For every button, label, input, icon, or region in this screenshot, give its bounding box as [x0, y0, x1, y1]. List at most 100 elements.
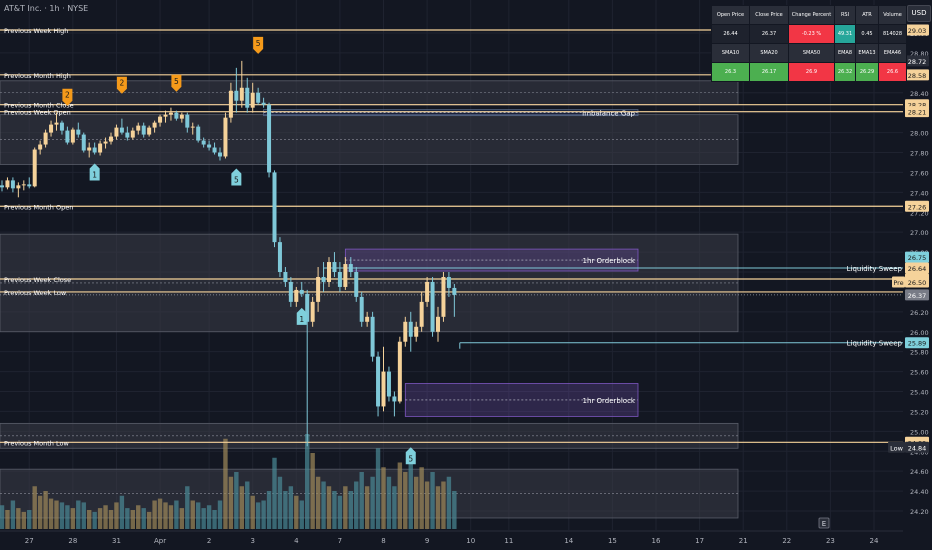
candle-body — [348, 264, 353, 272]
candle-body — [218, 152, 222, 157]
candle-body — [174, 112, 179, 119]
candle-body — [283, 272, 288, 282]
candle-body — [223, 117, 228, 157]
time-tick-label: 11 — [504, 537, 513, 545]
volume-bar — [37, 495, 43, 529]
price-tick-label: 28.40 — [910, 90, 929, 98]
price-tick-label: 25.00 — [910, 428, 929, 436]
candle-body — [288, 281, 293, 302]
stats-value-cell: 26.37 — [749, 24, 789, 44]
candle-body — [337, 272, 342, 287]
candle-body — [87, 147, 92, 151]
time-tick-label: 22 — [782, 537, 791, 545]
volume-bar — [272, 457, 277, 529]
candle-body — [327, 262, 331, 282]
volume-bar — [119, 495, 125, 529]
volume-bar — [424, 481, 430, 529]
time-tick-label: 9 — [425, 537, 429, 545]
volume-bar — [65, 505, 70, 529]
candle-body — [54, 122, 59, 125]
price-tick-label: 24.60 — [910, 468, 929, 476]
volume-bar — [332, 491, 337, 529]
candlestick-chart[interactable]: Imbalance Gap 1hr Orderblock 1hr Orderbloc… — [0, 0, 932, 550]
volume-bar — [103, 505, 108, 529]
level-label: Previous Month Open — [4, 203, 73, 211]
currency-button[interactable]: USD — [907, 5, 931, 22]
price-tick-label: 27.00 — [910, 229, 929, 237]
volume-bar — [81, 502, 86, 529]
price-tick-label: 27.40 — [910, 189, 929, 197]
volume-bar — [446, 476, 452, 529]
volume-bar — [343, 486, 348, 529]
candle-body — [70, 129, 75, 143]
candle-body — [43, 132, 48, 145]
volume-bar — [97, 508, 103, 529]
candle-body — [141, 125, 146, 135]
candle-body — [10, 180, 15, 189]
volume-bar — [108, 510, 114, 529]
wave-label: 5 — [253, 36, 264, 54]
volume-bar — [277, 476, 283, 529]
candle-body — [92, 147, 97, 153]
stats-value-cell: 26.3 — [711, 62, 750, 82]
candle-body — [272, 172, 277, 243]
candle-body — [354, 272, 359, 297]
volume-bar — [27, 510, 32, 529]
level-label: Previous Week Close — [4, 276, 71, 284]
level-label: Previous Month High — [4, 72, 71, 80]
price-tag-label: 26.64 — [908, 265, 927, 273]
stats-value-cell: 26.9 — [788, 62, 835, 82]
volume-bar — [337, 495, 343, 529]
volume-bar — [5, 510, 10, 529]
wave-label-text: 1 — [299, 315, 304, 324]
candle-body — [381, 371, 386, 407]
candle-body — [261, 102, 266, 105]
volume-bar — [386, 476, 392, 529]
volume-bar — [48, 498, 54, 529]
stats-value-cell: 49.31 — [834, 24, 856, 44]
volume-bar — [245, 481, 250, 529]
volume-bar — [125, 508, 130, 529]
candle-body — [201, 140, 206, 145]
candle-body — [419, 301, 424, 327]
volume-bar — [321, 481, 326, 529]
volume-bar — [452, 491, 457, 529]
volume-bar — [441, 481, 446, 529]
candle-body — [397, 341, 402, 402]
time-axis[interactable]: 27 28 31 Apr 2 3 4 7 8 9 10 11 14 15 16 17 21 22 23 24E — [0, 517, 903, 545]
volume-bar — [299, 500, 304, 529]
volume-bar — [414, 476, 419, 529]
wave-label-text: 5 — [256, 39, 261, 48]
price-tick-label: 27.60 — [910, 169, 929, 177]
time-tick-label: 4 — [294, 537, 299, 545]
candle-body — [436, 316, 440, 332]
price-tick-label: 25.40 — [910, 389, 929, 397]
volume-bar — [201, 508, 206, 529]
price-tick-label: 26.00 — [910, 329, 929, 337]
volume-bar — [32, 486, 37, 529]
volume-bar — [430, 472, 435, 529]
volume-bar — [43, 491, 48, 529]
candle-body — [425, 281, 430, 302]
volume-bar — [163, 502, 168, 529]
price-axis[interactable]: 24.2024.4024.6024.8025.0025.2025.4025.60… — [888, 0, 932, 550]
candle-body — [190, 126, 195, 128]
price-tag-label: 25.89 — [908, 340, 927, 348]
volume-bar — [435, 486, 441, 529]
volume-bar — [364, 486, 370, 529]
volume-bar — [261, 500, 266, 529]
volume-bar — [310, 453, 315, 529]
candle-body — [32, 149, 37, 187]
volume-bar — [190, 500, 195, 529]
stats-value-cell: 0.45 — [855, 24, 879, 44]
candle-body — [16, 185, 21, 189]
time-tick-label: 21 — [739, 537, 748, 545]
wave-label: 5 — [405, 447, 416, 465]
wave-label-text: 5 — [174, 77, 179, 86]
candle-body — [294, 289, 299, 302]
volume-bar — [359, 472, 364, 529]
volume-bar — [305, 434, 310, 529]
price-tick-label: 28.00 — [910, 130, 929, 138]
level-label: Previous Month Low — [4, 439, 69, 447]
stats-value-cell: 26.17 — [749, 62, 789, 82]
